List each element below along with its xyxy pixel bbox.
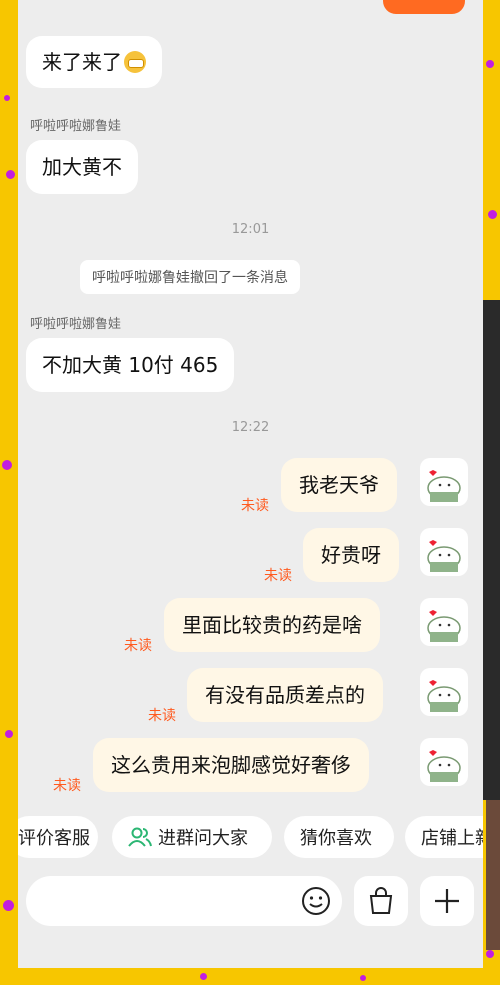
avatar-bunny-icon [427, 610, 461, 642]
emoji-button[interactable] [290, 876, 342, 926]
message-text: 我老天爷 [299, 473, 379, 497]
shopping-bag-button[interactable] [354, 876, 408, 926]
avatar-bunny-icon [427, 750, 461, 782]
unread-label: 未读 [264, 568, 292, 584]
message-text: 里面比较贵的药是啥 [182, 613, 362, 637]
unread-label: 未读 [241, 498, 269, 514]
avatar[interactable] [420, 458, 468, 506]
sender-name: 呼啦呼啦娜鲁娃 [30, 317, 122, 332]
avatar[interactable] [420, 668, 468, 716]
chip-label: 店铺上新 [421, 828, 483, 849]
message-text: 这么贵用来泡脚感觉好奢侈 [111, 753, 351, 777]
chip-label: 猜你喜欢 [300, 828, 372, 849]
message-text: 有没有品质差点的 [205, 683, 365, 707]
timestamp: 12:01 [231, 222, 270, 237]
my-message-bubble[interactable]: 好贵呀 [303, 528, 399, 582]
plus-button[interactable] [420, 876, 474, 926]
my-message-bubble[interactable]: 有没有品质差点的 [187, 668, 383, 722]
frame-dark-strip-bottom [486, 800, 500, 950]
message-bubble[interactable]: 加大黄不 [26, 140, 138, 194]
sender-name: 呼啦呼啦娜鲁娃 [30, 119, 122, 134]
frame-dot [3, 900, 14, 911]
status-pill[interactable] [383, 0, 465, 14]
message-text: 加大黄不 [42, 155, 122, 179]
unread-label: 未读 [148, 708, 176, 724]
frame-dot [488, 210, 497, 219]
frame-dot [6, 170, 15, 179]
chip-label: 评价客服 [18, 828, 90, 849]
chip-rate-service[interactable]: 评价客服 [18, 816, 98, 858]
unread-label: 未读 [124, 638, 152, 654]
status-bar [18, 0, 483, 16]
smile-mask-emoji-icon [124, 51, 146, 73]
timestamp: 12:22 [231, 420, 270, 435]
shopping-bag-icon [369, 887, 393, 914]
avatar[interactable] [420, 528, 468, 576]
quick-action-bar: 评价客服 进群问大家 猜你喜欢 店铺上新 [18, 812, 483, 864]
chip-label: 进群问大家 [158, 828, 248, 849]
avatar-bunny-icon [427, 540, 461, 572]
message-text: 来了来了 [42, 50, 122, 74]
recall-text: 呼啦呼啦娜鲁娃撤回了一条消息 [92, 270, 288, 286]
avatar[interactable] [420, 738, 468, 786]
my-message-bubble[interactable]: 我老天爷 [281, 458, 397, 512]
message-text: 好贵呀 [321, 543, 381, 567]
message-bubble[interactable]: 不加大黄 10付 465 [26, 338, 235, 392]
my-message-bubble[interactable]: 这么贵用来泡脚感觉好奢侈 [93, 738, 369, 792]
frame-dark-strip [482, 300, 500, 800]
plus-icon [435, 889, 459, 913]
frame-dot [486, 950, 494, 958]
frame-dot [200, 973, 207, 980]
unread-label: 未读 [53, 778, 81, 794]
chip-join-group[interactable]: 进群问大家 [112, 816, 272, 858]
chip-guess-you-like[interactable]: 猜你喜欢 [284, 816, 394, 858]
recall-notice: 呼啦呼啦娜鲁娃撤回了一条消息 [80, 260, 300, 294]
avatar[interactable] [420, 598, 468, 646]
message-bubble[interactable]: 来了来了 [26, 36, 162, 88]
chat-screen: 来了来了 呼啦呼啦娜鲁娃 加大黄不 12:01 呼啦呼啦娜鲁娃撤回了一条消息 呼… [18, 0, 483, 968]
group-icon [128, 827, 152, 847]
avatar-bunny-icon [427, 470, 461, 502]
message-text: 不加大黄 10付 465 [42, 353, 219, 377]
my-message-bubble[interactable]: 里面比较贵的药是啥 [164, 598, 380, 652]
frame-dot [486, 60, 494, 68]
frame-dot [360, 975, 366, 981]
frame-dot [4, 95, 10, 101]
frame-dot [2, 460, 12, 470]
frame-dot [5, 730, 13, 738]
emoji-face-icon [302, 887, 330, 915]
input-bar [18, 870, 483, 938]
chip-store-new[interactable]: 店铺上新 [405, 816, 483, 858]
avatar-bunny-icon [427, 680, 461, 712]
